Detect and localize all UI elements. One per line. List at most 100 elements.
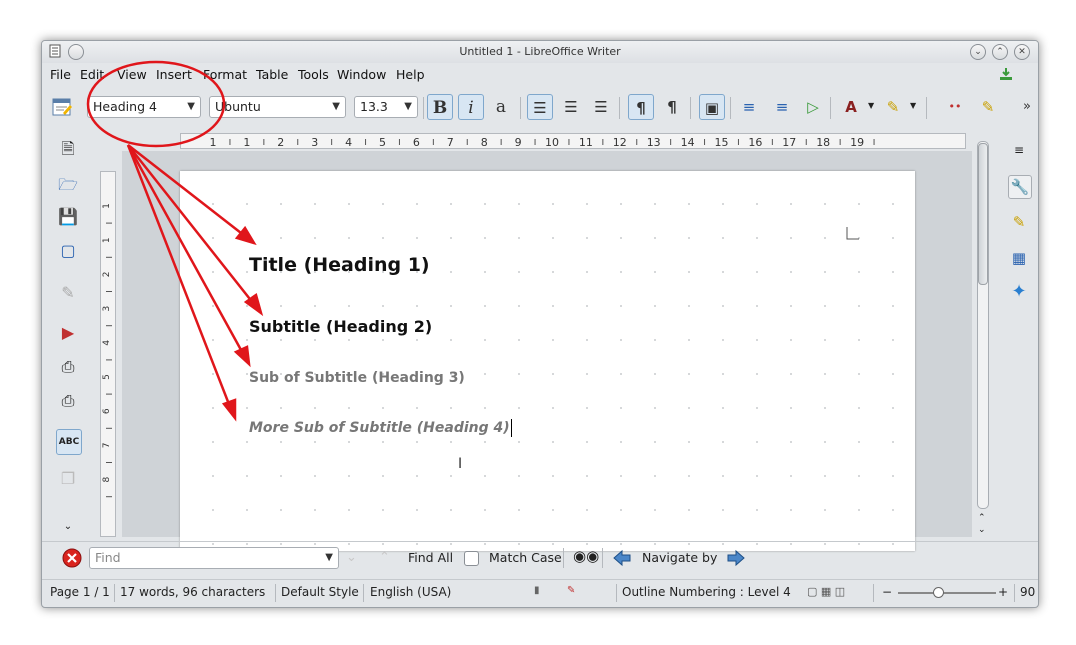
minimize-button[interactable]: ⌄: [970, 44, 986, 60]
zoom-slider-thumb[interactable]: [933, 587, 944, 598]
sidebar-properties-button[interactable]: 🔧: [1008, 175, 1032, 199]
zoom-slider-track[interactable]: [898, 592, 996, 594]
find-replace-binoculars-icon[interactable]: ◉◉: [573, 547, 599, 565]
document-modified-icon[interactable]: ✎: [567, 585, 575, 596]
menu-format[interactable]: Format: [203, 67, 247, 82]
text-cursor: [510, 419, 512, 437]
menu-tools[interactable]: Tools: [298, 67, 329, 82]
styles-pencil-icon: ✎: [1012, 213, 1026, 231]
heading-4-line[interactable]: More Sub of Subtitle (Heading 4): [249, 419, 512, 437]
formatting-marks-button[interactable]: ••: [942, 94, 968, 120]
numbering-button[interactable]: ≡: [769, 94, 795, 120]
sidebar-navigator-button[interactable]: ✦: [1008, 281, 1030, 303]
new-document-button[interactable]: 🗎: [56, 137, 80, 161]
menu-edit[interactable]: Edit: [80, 67, 104, 82]
page-number-status[interactable]: Page 1 / 1: [50, 585, 110, 599]
vertical-ruler[interactable]: 1 1 2 3 4 5 6 7 8: [100, 171, 116, 537]
status-bar: Page 1 / 1 17 words, 96 characters Defau…: [42, 579, 1038, 606]
spellcheck-button[interactable]: ABC: [56, 429, 82, 455]
menu-view[interactable]: View: [117, 67, 147, 82]
chevron-down-icon: ▼: [325, 552, 333, 563]
match-case-checkbox[interactable]: [464, 551, 479, 566]
align-left-button[interactable]: ☰: [527, 94, 553, 120]
page-style-status[interactable]: Default Style: [281, 585, 359, 599]
outline-numbering-status: Outline Numbering : Level 4: [622, 585, 791, 599]
maximize-button[interactable]: ⌃: [992, 44, 1008, 60]
chevron-down-icon: ▼: [187, 101, 195, 112]
print-button[interactable]: ⎙: [56, 355, 80, 379]
sidebar-deck: ≡ 🔧 ✎ ▦ ✦: [998, 129, 1038, 539]
menu-table[interactable]: Table: [256, 67, 288, 82]
font-size-combo[interactable]: 13.3 ▼: [354, 96, 418, 118]
sidebar-menu-button[interactable]: ≡: [1008, 139, 1030, 161]
scroll-up-icon[interactable]: ⌃: [978, 513, 986, 523]
zoom-level-status[interactable]: 90: [1020, 585, 1035, 599]
view-layout-icons[interactable]: ▢ ▦ ◫: [807, 585, 845, 598]
font-size-value: 13.3: [360, 99, 388, 114]
copy-button[interactable]: ❐: [56, 467, 80, 491]
document-page[interactable]: Title (Heading 1) Subtitle (Heading 2) S…: [180, 171, 915, 551]
bold-button[interactable]: B: [427, 94, 453, 120]
right-to-left-button[interactable]: ¶: [659, 94, 685, 120]
zoom-in-icon[interactable]: +: [998, 585, 1008, 599]
scrollbar-thumb[interactable]: [978, 143, 988, 285]
border-button[interactable]: ▣: [699, 94, 725, 120]
find-all-button[interactable]: Find All: [408, 550, 453, 565]
find-input[interactable]: Find ▼: [89, 547, 339, 569]
document-canvas[interactable]: Title (Heading 1) Subtitle (Heading 2) S…: [122, 151, 972, 551]
word-count-status[interactable]: 17 words, 96 characters: [120, 585, 265, 599]
status-separator: [114, 584, 115, 602]
language-status[interactable]: English (USA): [370, 585, 451, 599]
align-center-button[interactable]: ☰: [558, 94, 584, 120]
left-to-right-button[interactable]: ¶: [628, 94, 654, 120]
clone-formatting-button[interactable]: ✎: [975, 94, 1001, 120]
close-find-icon[interactable]: [62, 548, 82, 568]
vertical-scrollbar[interactable]: ⌃ ⌄: [974, 133, 990, 539]
shadow-button[interactable]: a: [488, 94, 514, 120]
align-justify-button[interactable]: ☰: [588, 94, 614, 120]
styles-icon[interactable]: [51, 96, 73, 118]
print-preview-button[interactable]: ⎙: [56, 389, 80, 413]
navigate-previous-icon[interactable]: [612, 549, 632, 567]
toolbar-separator: [619, 97, 620, 119]
ruler-number: 1: [210, 136, 217, 149]
navigate-next-icon[interactable]: [726, 549, 746, 567]
sidebar-styles-button[interactable]: ✎: [1008, 211, 1030, 233]
scroll-down-icon[interactable]: ⌄: [978, 525, 986, 535]
toolbar-overflow-down-button[interactable]: ⌄: [56, 515, 80, 539]
close-button[interactable]: ✕: [1014, 44, 1030, 60]
horizontal-ruler[interactable]: 1 1 2 3 4 5 6 7 8 9 10 11 12 13 14 15 16 17 18 19: [180, 133, 966, 149]
toolbar-overflow-button[interactable]: »: [1014, 94, 1038, 120]
menu-window[interactable]: Window: [337, 67, 386, 82]
match-case-label: Match Case: [489, 550, 562, 565]
highlight-button[interactable]: ✎: [880, 94, 906, 120]
indent-button[interactable]: ▷: [800, 94, 826, 120]
export-pdf-button[interactable]: ▶: [56, 321, 80, 345]
sidebar-gallery-button[interactable]: ▦: [1008, 247, 1030, 269]
menu-file[interactable]: File: [50, 67, 71, 82]
paragraph-style-combo[interactable]: Heading 4 ▼: [87, 96, 201, 118]
insert-mode-icon[interactable]: ▮: [534, 585, 540, 596]
ruler-number: 9: [515, 136, 522, 149]
edit-file-button[interactable]: ✎: [56, 281, 80, 305]
font-color-button[interactable]: A: [838, 94, 864, 120]
save-button[interactable]: 💾: [56, 205, 80, 229]
chevron-down-icon[interactable]: ▼: [868, 101, 874, 110]
menu-insert[interactable]: Insert: [156, 67, 192, 82]
menu-help[interactable]: Help: [396, 67, 425, 82]
zoom-out-icon[interactable]: −: [882, 585, 892, 599]
update-download-icon[interactable]: [998, 66, 1014, 82]
document-as-email-button[interactable]: ▢: [56, 239, 80, 263]
font-name-combo[interactable]: Ubuntu ▼: [209, 96, 346, 118]
printer-icon: ⎙: [61, 357, 75, 376]
italic-button[interactable]: i: [458, 94, 484, 120]
chevron-down-icon[interactable]: ▼: [910, 101, 916, 110]
open-button[interactable]: 🗁: [56, 173, 80, 197]
find-previous-icon[interactable]: ⌃: [379, 550, 390, 565]
heading-4-text[interactable]: More Sub of Subtitle (Heading 4): [249, 420, 510, 436]
find-next-icon[interactable]: ⌄: [346, 550, 357, 565]
heading-3-text[interactable]: Sub of Subtitle (Heading 3): [249, 370, 465, 386]
heading-1-text[interactable]: Title (Heading 1): [249, 254, 430, 276]
heading-2-text[interactable]: Subtitle (Heading 2): [249, 317, 432, 336]
bullets-button[interactable]: ≡: [736, 94, 762, 120]
